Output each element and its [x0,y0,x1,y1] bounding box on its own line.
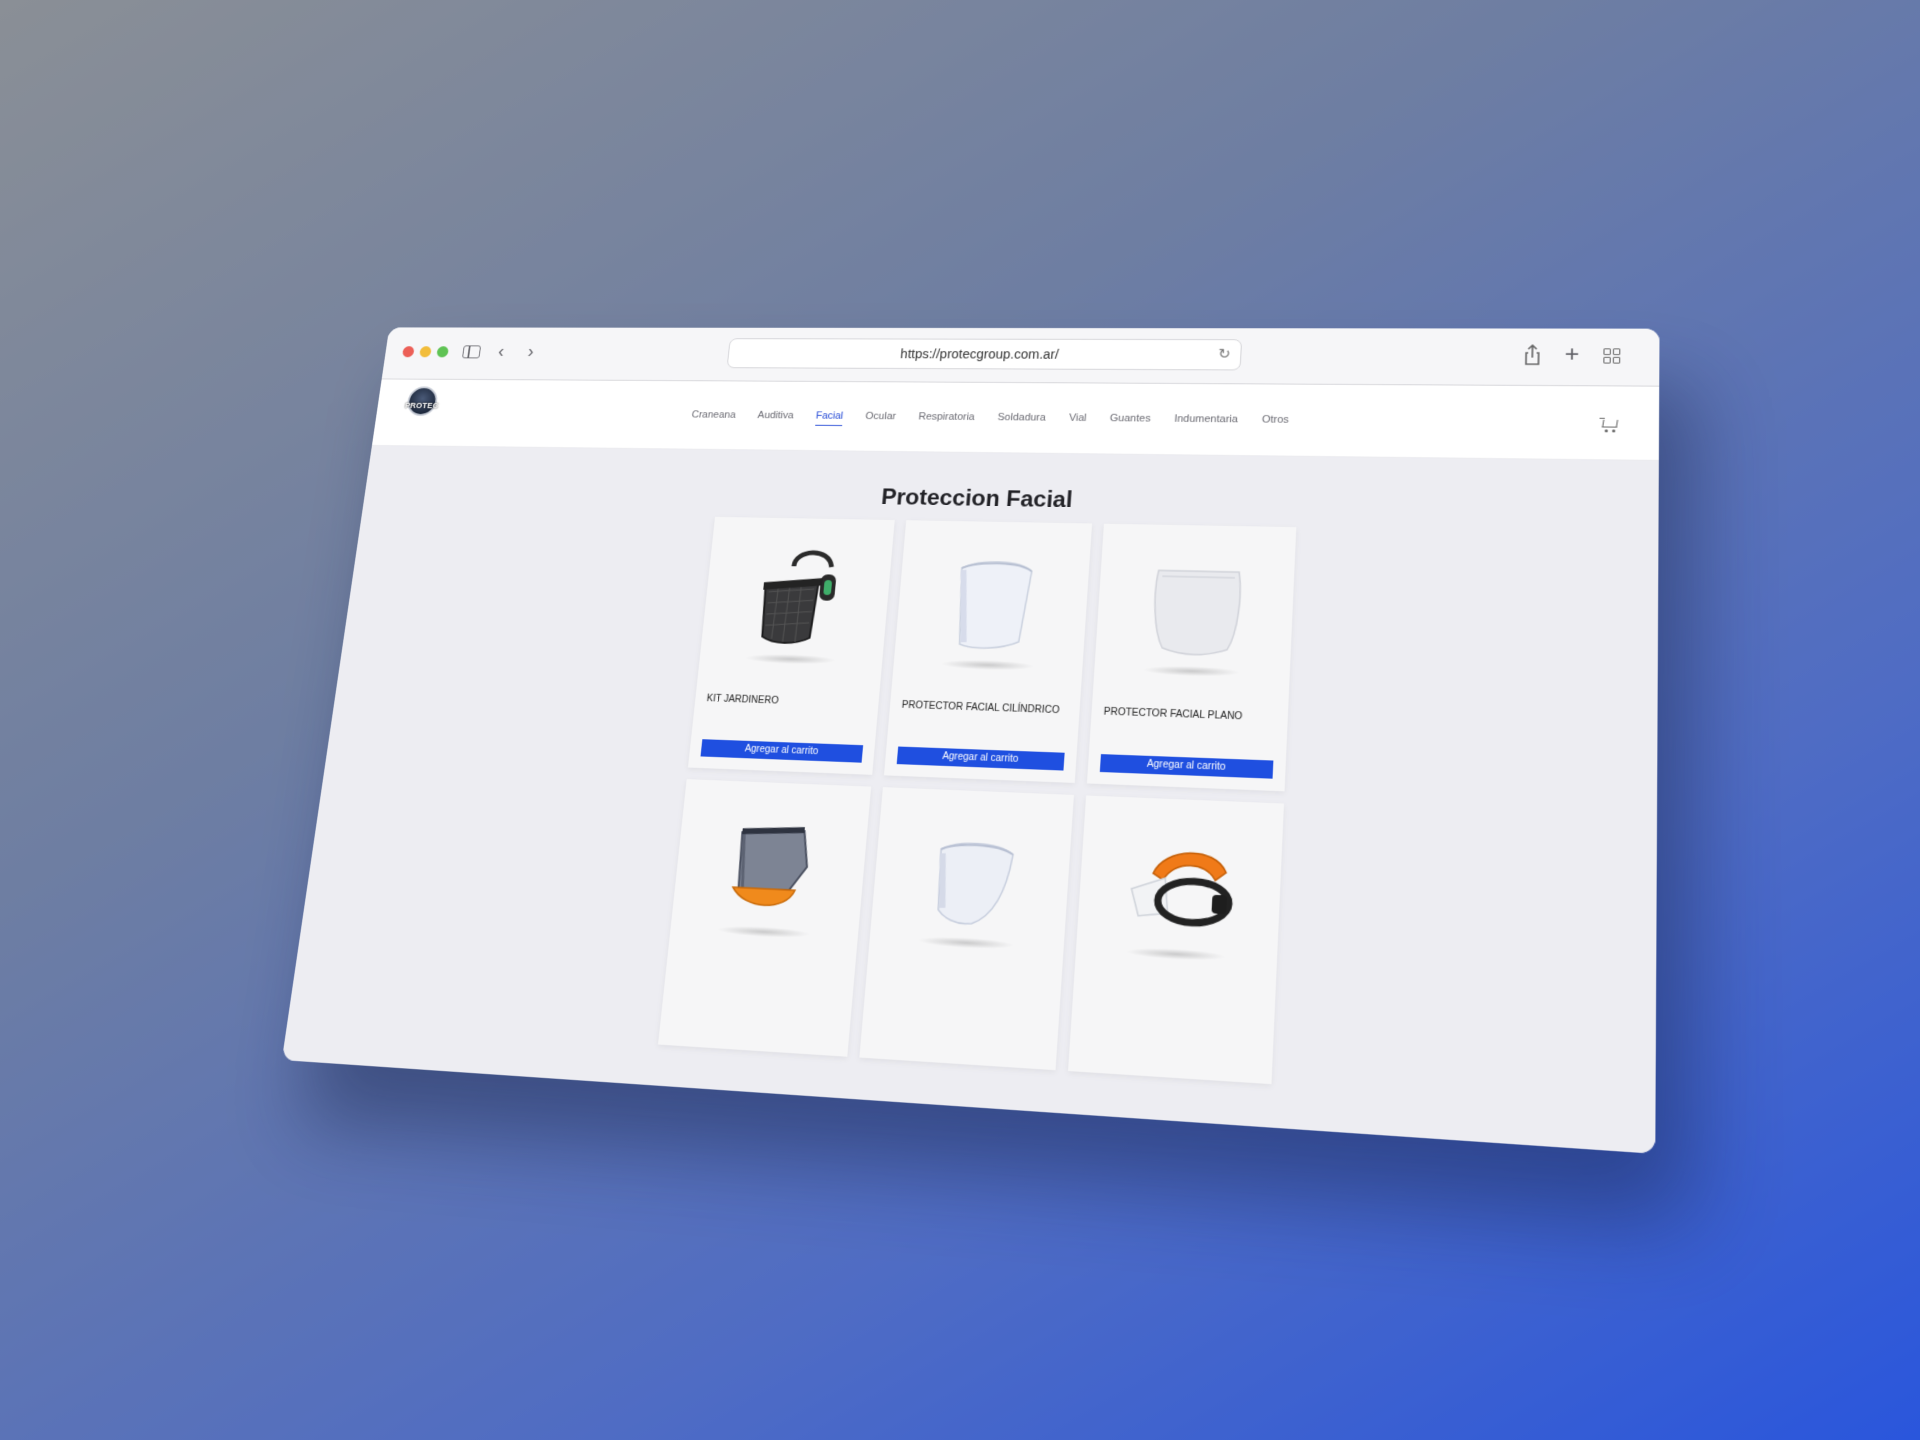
product-image-orange-headgear[interactable] [1075,795,1284,979]
url-text: https://protecgroup.com.ar/ [899,346,1060,362]
tab-overview-icon[interactable] [1600,342,1623,369]
page-title: Proteccion Facial [880,484,1074,513]
nav-item-otros[interactable]: Otros [1261,414,1290,430]
nav-item-vial[interactable]: Vial [1068,413,1087,429]
close-window-button[interactable] [401,346,415,358]
product-grid: KIT JARDINERO Agregar al carrito PROTECT… [657,516,1297,1085]
nav-item-soldadura[interactable]: Soldadura [997,412,1046,428]
reload-icon[interactable]: ↻ [1218,346,1231,362]
add-to-cart-button[interactable]: Agregar al carrito [700,739,864,763]
share-icon[interactable] [1521,342,1544,368]
cart-icon[interactable] [1599,417,1619,433]
product-card[interactable]: PROTECTOR FACIAL PLANO Agregar al carrit… [1086,523,1297,792]
product-card[interactable] [1068,795,1285,1085]
backdrop: ‹ › https://protecgroup.com.ar/ ↻ + PROT… [0,0,1920,1440]
product-image-flat-visor[interactable] [1093,524,1296,693]
product-image-clear-visor[interactable] [868,787,1074,968]
add-to-cart-button[interactable]: Agregar al carrito [896,746,1065,771]
product-card[interactable]: KIT JARDINERO Agregar al carrito [687,516,895,775]
product-card[interactable] [657,779,872,1057]
product-image-visor-orange-brow[interactable] [669,779,872,956]
browser-toolbar: ‹ › https://protecgroup.com.ar/ ↻ + [381,327,1660,387]
product-image-mesh-face-shield[interactable] [698,517,895,680]
product-name[interactable]: KIT JARDINERO [706,694,779,707]
chevron-right-icon[interactable]: › [520,340,541,364]
add-to-cart-button[interactable]: Agregar al carrito [1099,754,1274,779]
category-nav: Craneana Auditiva Facial Ocular Respirat… [375,407,1659,434]
product-card[interactable] [859,787,1074,1071]
product-name[interactable]: PROTECTOR FACIAL CILÍNDRICO [901,700,1060,716]
nav-item-ocular[interactable]: Ocular [865,411,896,427]
zoom-window-button[interactable] [436,346,450,358]
product-image-cylindrical-visor[interactable] [892,520,1092,686]
chevron-left-icon[interactable]: ‹ [491,340,512,364]
nav-item-indumentaria[interactable]: Indumentaria [1174,413,1238,429]
sidebar-toggle-icon[interactable] [460,339,484,363]
minimize-window-button[interactable] [419,346,432,358]
nav-item-auditiva[interactable]: Auditiva [757,410,794,426]
main-content: Proteccion Facial KIT JARDINERO Agregar … [281,445,1659,1154]
nav-item-guantes[interactable]: Guantes [1109,413,1151,429]
nav-item-facial[interactable]: Facial [815,410,843,426]
plus-icon[interactable]: + [1560,342,1583,368]
browser-window: ‹ › https://protecgroup.com.ar/ ↻ + PROT… [281,327,1660,1154]
product-card[interactable]: PROTECTOR FACIAL CILÍNDRICO Agregar al c… [883,520,1093,783]
nav-item-craneana[interactable]: Craneana [691,409,736,425]
product-name[interactable]: PROTECTOR FACIAL PLANO [1103,707,1242,723]
nav-item-respiratoria[interactable]: Respiratoria [918,411,975,427]
address-bar[interactable]: https://protecgroup.com.ar/ ↻ [726,338,1243,371]
